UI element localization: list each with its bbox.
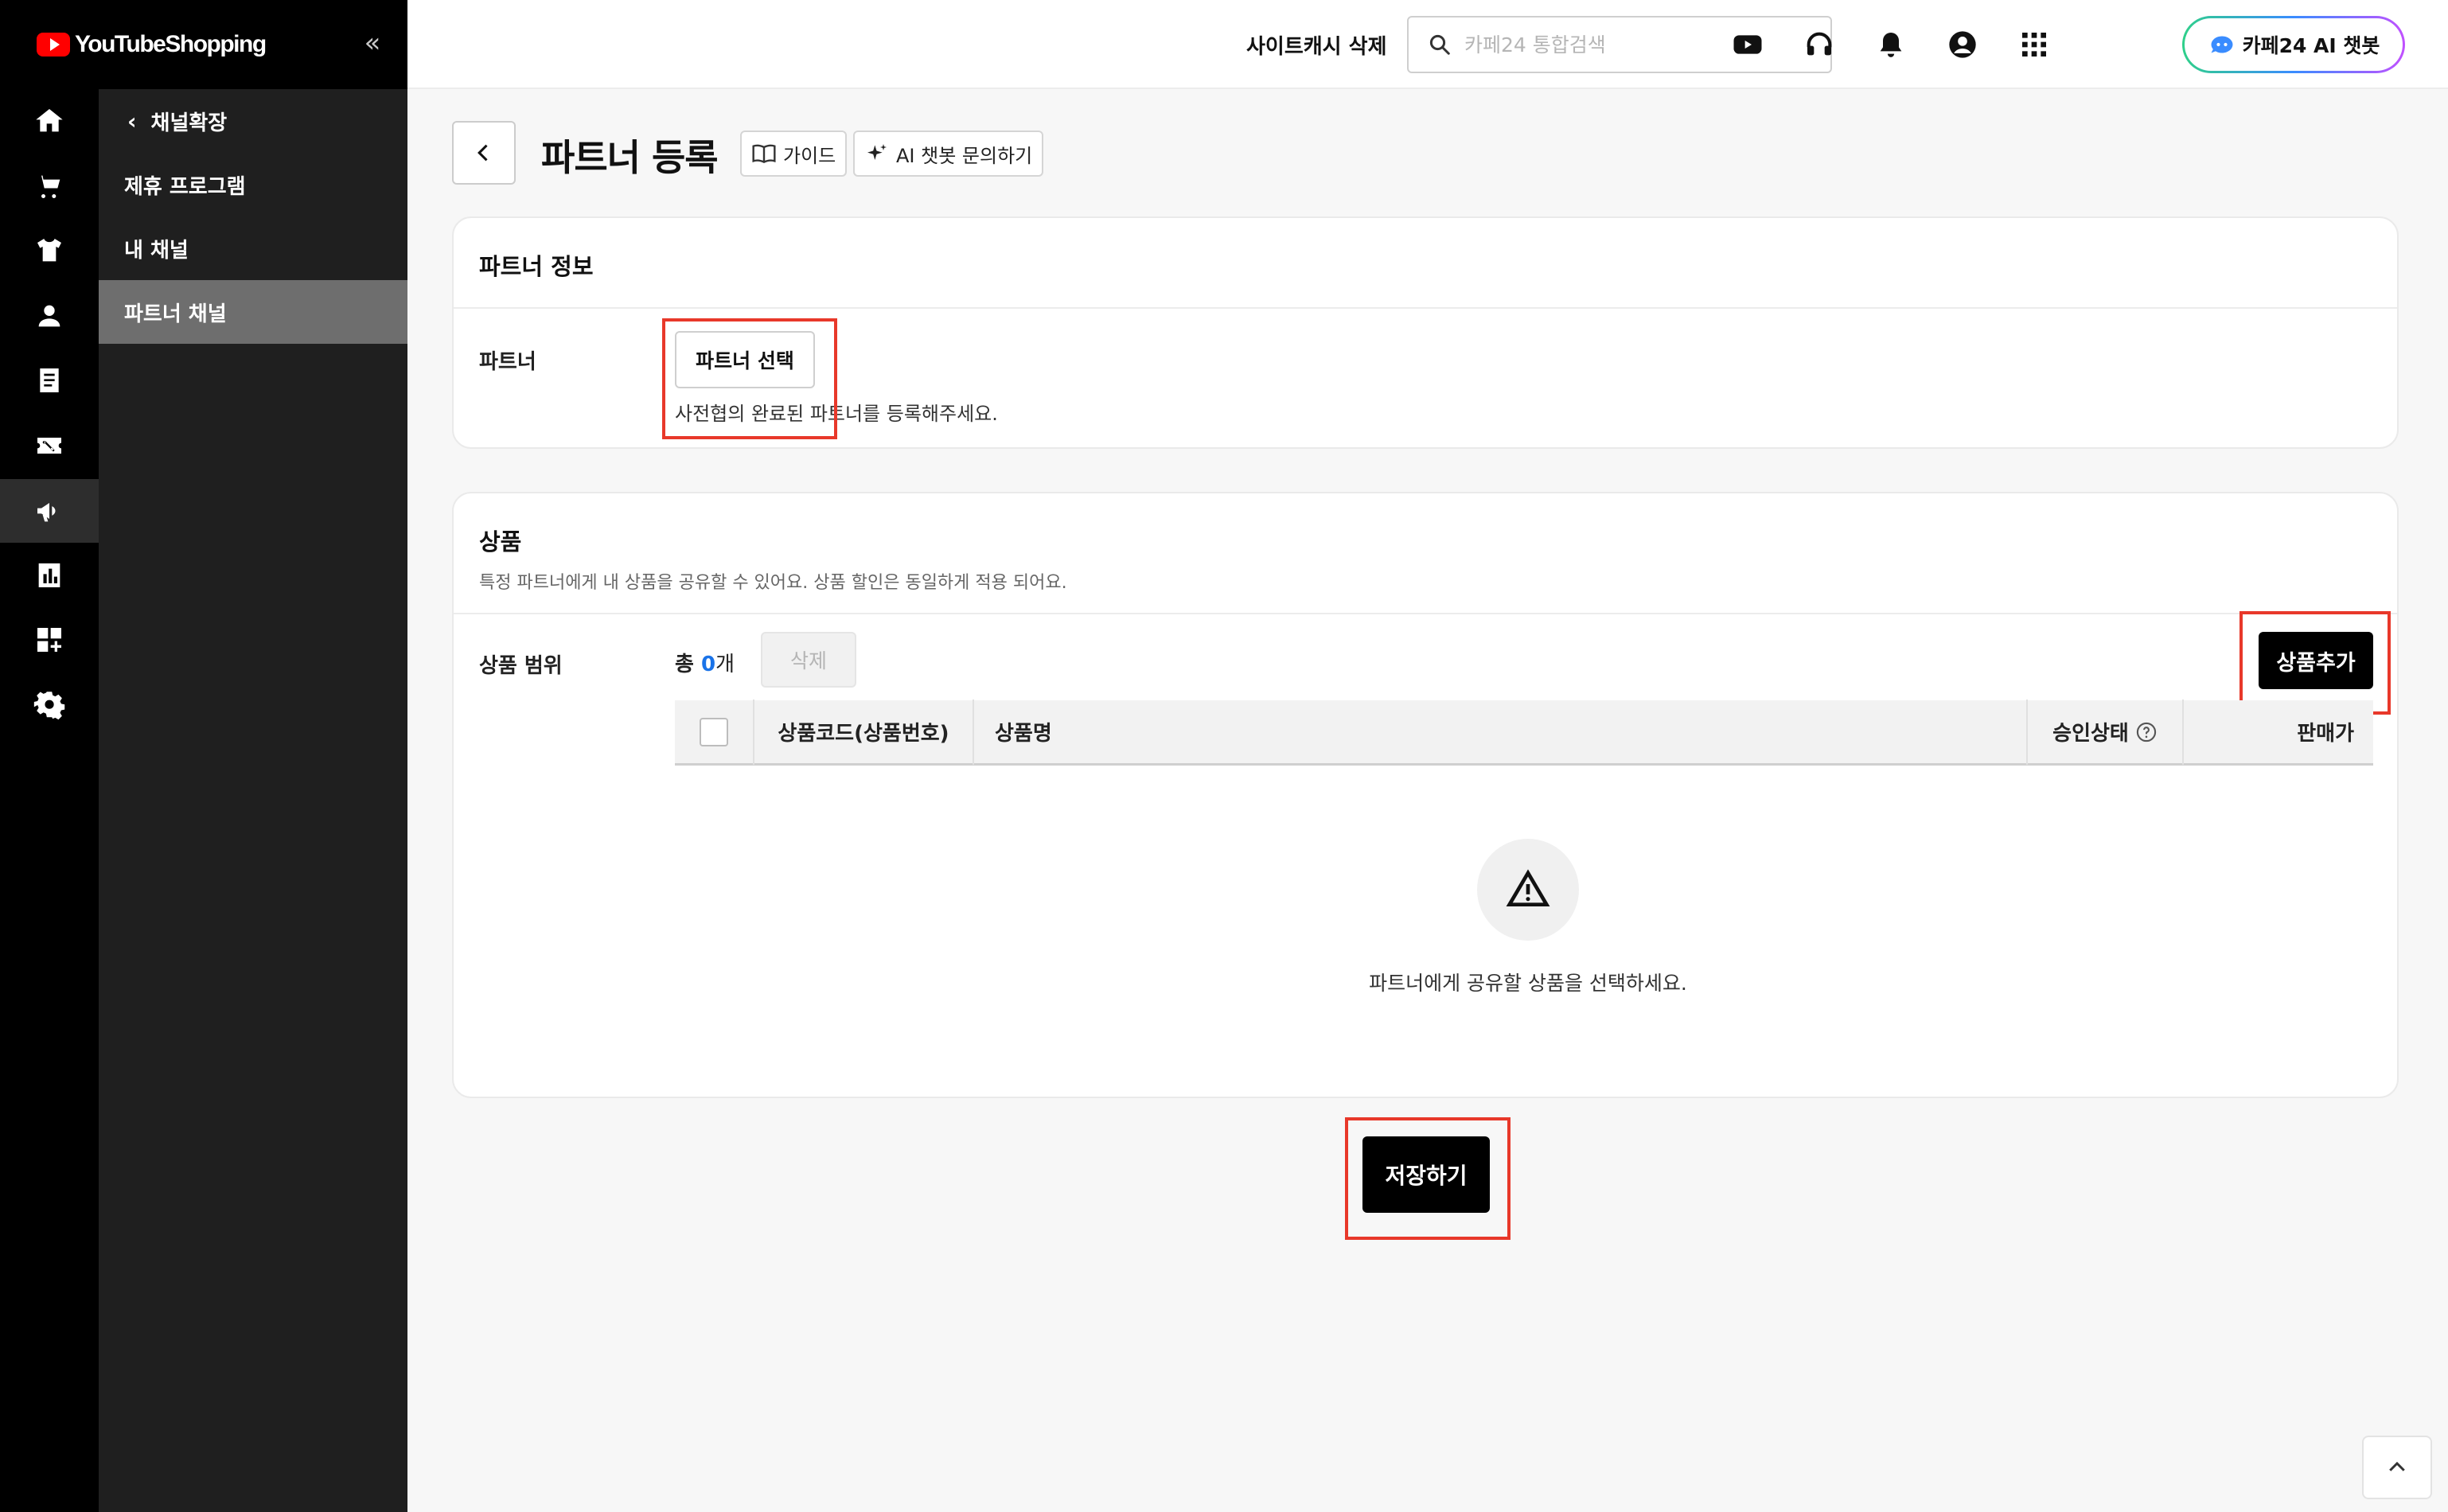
scroll-to-top-button[interactable] — [2362, 1436, 2432, 1499]
back-button[interactable] — [452, 121, 516, 185]
warning-icon — [1477, 839, 1579, 941]
help-icon[interactable] — [2135, 721, 2158, 743]
product-title: 상품 — [479, 528, 522, 555]
count-value: 0 — [700, 653, 716, 676]
home-icon[interactable] — [0, 89, 99, 153]
youtube-shopping-logo[interactable]: YouTubeShopping — [37, 27, 267, 62]
megaphone-icon[interactable] — [0, 479, 99, 543]
cart-icon[interactable] — [0, 154, 99, 218]
ai-chatbot-label: 카페24 AI 챗봇 — [2242, 34, 2380, 57]
product-card: 상품 특정 파트너에게 내 상품을 공유할 수 있어요. 상품 할인은 동일하게… — [452, 492, 2399, 1098]
chevron-left-icon — [478, 144, 488, 162]
headset-icon[interactable] — [1799, 24, 1840, 65]
sidebar-header-label: 채널확장 — [150, 111, 228, 135]
icon-rail — [0, 0, 99, 1512]
column-product-code: 상품코드(상품번호) — [754, 699, 974, 765]
apps-icon[interactable] — [0, 608, 99, 672]
highlight-partner-select — [662, 318, 837, 439]
gear-icon[interactable] — [0, 673, 99, 737]
column-product-name: 상품명 — [974, 699, 2028, 765]
youtube-play-icon — [37, 33, 70, 57]
youtube-icon[interactable] — [1727, 24, 1768, 65]
apps-grid-icon[interactable] — [2013, 24, 2055, 65]
document-icon[interactable] — [0, 349, 99, 412]
select-all-checkbox[interactable] — [675, 699, 754, 765]
column-price: 판매가 — [2297, 722, 2354, 746]
partner-info-title: 파트너 정보 — [479, 253, 594, 280]
product-range-label: 상품 범위 — [479, 654, 563, 678]
sparkle-icon — [867, 144, 887, 160]
logo-text: YouTubeShopping — [75, 31, 267, 57]
top-bar: 사이트캐시 삭제 카페24 AI 챗봇 — [407, 0, 2448, 89]
highlight-save — [1345, 1117, 1511, 1240]
approval-status-label: 승인상태 — [2052, 722, 2129, 746]
sidebar-submenu: « ‹ 채널확장 제휴 프로그램 내 채널 파트너 채널 — [99, 0, 407, 1512]
sidebar-back-channel-expansion[interactable]: ‹ 채널확장 — [99, 89, 407, 153]
chart-icon[interactable] — [0, 544, 99, 607]
bell-icon[interactable] — [1870, 24, 1912, 65]
account-icon[interactable] — [1942, 24, 1983, 65]
cafe24-ai-chatbot-button[interactable]: 카페24 AI 챗봇 — [2182, 16, 2405, 73]
ai-inquiry-label: AI 챗봇 문의하기 — [896, 144, 1033, 167]
guide-label: 가이드 — [783, 144, 836, 167]
collapse-sidebar-icon[interactable]: « — [358, 29, 387, 59]
chatbot-icon — [2211, 36, 2233, 53]
guide-button[interactable]: 가이드 — [740, 131, 848, 177]
shirt-icon[interactable] — [0, 219, 99, 283]
empty-message: 파트너에게 공유할 상품을 선택하세요. — [1369, 972, 1687, 995]
count-prefix: 총 — [675, 653, 701, 676]
ai-inquiry-button[interactable]: AI 챗봇 문의하기 — [853, 131, 1044, 177]
person-icon[interactable] — [0, 284, 99, 348]
delete-button[interactable]: 삭제 — [761, 632, 856, 688]
sidebar-item-my-channel[interactable]: 내 채널 — [99, 216, 407, 280]
column-approval-status: 승인상태 — [2028, 699, 2184, 765]
sidebar-item-partner-channel[interactable]: 파트너 채널 — [99, 280, 407, 344]
count-unit: 개 — [715, 653, 735, 676]
coupon-icon[interactable] — [0, 414, 99, 477]
partner-row-label: 파트너 — [479, 350, 536, 374]
sidebar-item-label: 제휴 프로그램 — [124, 174, 246, 199]
sidebar-item-affiliate-program[interactable]: 제휴 프로그램 — [99, 153, 407, 216]
product-table-header: 상품코드(상품번호) 상품명 승인상태 판매가 — [675, 699, 2373, 766]
clear-site-cache-button[interactable]: 사이트캐시 삭제 — [1246, 30, 1387, 60]
page-title: 파트너 등록 — [541, 136, 719, 179]
search-icon — [1429, 34, 1450, 55]
chevron-left-icon: ‹ — [127, 107, 137, 134]
product-description: 특정 파트너에게 내 상품을 공유할 수 있어요. 상품 할인은 동일하게 적용… — [479, 573, 1067, 593]
sidebar-item-label: 내 채널 — [124, 238, 189, 263]
book-icon — [752, 144, 776, 164]
product-count: 총 0개 — [675, 648, 735, 677]
divider — [454, 613, 2397, 614]
chevron-up-icon — [2389, 1461, 2405, 1471]
divider — [454, 307, 2397, 309]
sidebar-item-label: 파트너 채널 — [124, 302, 227, 326]
